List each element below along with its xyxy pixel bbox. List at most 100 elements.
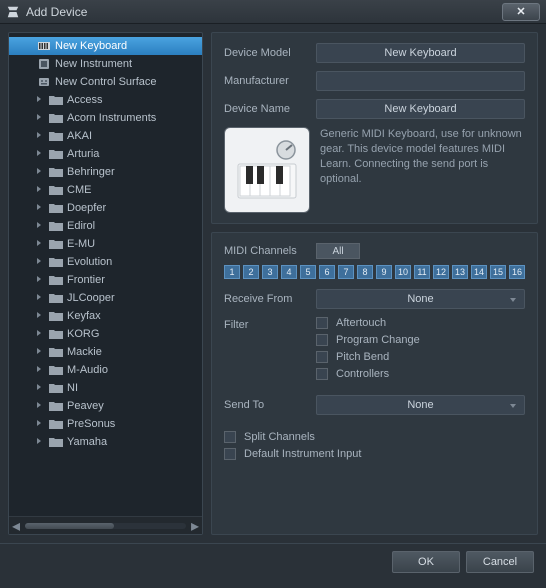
- midi-channel-9[interactable]: 9: [376, 265, 392, 279]
- send-to-combo[interactable]: None: [316, 395, 525, 415]
- checkbox-icon[interactable]: [316, 317, 328, 329]
- split-channels-check[interactable]: Split Channels: [224, 431, 525, 443]
- checkbox-icon[interactable]: [316, 334, 328, 346]
- midi-channel-12[interactable]: 12: [433, 265, 449, 279]
- sidebar-folder-korg[interactable]: KORG: [9, 325, 202, 343]
- sidebar-folder-ni[interactable]: NI: [9, 379, 202, 397]
- filter-program-change-check[interactable]: Program Change: [316, 334, 525, 346]
- midi-channel-16[interactable]: 16: [509, 265, 525, 279]
- midi-channel-11[interactable]: 11: [414, 265, 430, 279]
- folder-icon: [49, 149, 63, 159]
- sidebar-folder-label: Mackie: [67, 346, 102, 358]
- sidebar-folder-edirol[interactable]: Edirol: [9, 217, 202, 235]
- folder-icon: [49, 275, 63, 285]
- filter-pitch-bend-check[interactable]: Pitch Bend: [316, 351, 525, 363]
- checkbox-icon[interactable]: [316, 351, 328, 363]
- midi-channel-8[interactable]: 8: [357, 265, 373, 279]
- sidebar-folder-m-audio[interactable]: M-Audio: [9, 361, 202, 379]
- footer: OK Cancel: [0, 543, 546, 579]
- ok-button[interactable]: OK: [392, 551, 460, 573]
- folder-icon: [49, 167, 63, 177]
- sidebar-folder-keyfax[interactable]: Keyfax: [9, 307, 202, 325]
- checkbox-icon[interactable]: [224, 431, 236, 443]
- sidebar-folder-label: AKAI: [67, 130, 92, 142]
- checkbox-icon[interactable]: [224, 448, 236, 460]
- sidebar-folder-akai[interactable]: AKAI: [9, 127, 202, 145]
- folder-icon: [49, 131, 63, 141]
- midi-channel-14[interactable]: 14: [471, 265, 487, 279]
- device-model-label: Device Model: [224, 47, 316, 59]
- midi-channel-1[interactable]: 1: [224, 265, 240, 279]
- sidebar-folder-presonus[interactable]: PreSonus: [9, 415, 202, 433]
- horizontal-scrollbar[interactable]: ◂ ▸: [9, 516, 202, 534]
- close-button[interactable]: ✕: [502, 3, 540, 21]
- default-instrument-check[interactable]: Default Instrument Input: [224, 448, 525, 460]
- sidebar-folder-label: Yamaha: [67, 436, 107, 448]
- device-section: Device Model New Keyboard Manufacturer D…: [211, 32, 538, 224]
- midi-channel-3[interactable]: 3: [262, 265, 278, 279]
- sidebar-folder-yamaha[interactable]: Yamaha: [9, 433, 202, 451]
- sidebar-folder-peavey[interactable]: Peavey: [9, 397, 202, 415]
- scroll-track[interactable]: [25, 523, 186, 529]
- folder-icon: [49, 401, 63, 411]
- sidebar-item-new-control-surface[interactable]: New Control Surface: [9, 73, 202, 91]
- sidebar-folder-label: KORG: [67, 328, 99, 340]
- midi-all-button[interactable]: All: [316, 243, 360, 259]
- midi-channel-10[interactable]: 10: [395, 265, 411, 279]
- sidebar-folder-label: JLCooper: [67, 292, 115, 304]
- default-instrument-label: Default Instrument Input: [244, 448, 361, 460]
- sidebar-item-new-instrument[interactable]: New Instrument: [9, 55, 202, 73]
- filter-options: Aftertouch Program Change Pitch Bend Contro…: [316, 317, 525, 385]
- sidebar-folder-arturia[interactable]: Arturia: [9, 145, 202, 163]
- sidebar-folder-evolution[interactable]: Evolution: [9, 253, 202, 271]
- send-to-label: Send To: [224, 399, 316, 411]
- sidebar-item-label: New Keyboard: [55, 40, 127, 52]
- midi-channel-6[interactable]: 6: [319, 265, 335, 279]
- midi-channel-5[interactable]: 5: [300, 265, 316, 279]
- receive-from-label: Receive From: [224, 293, 316, 305]
- midi-channel-13[interactable]: 13: [452, 265, 468, 279]
- sidebar-folder-doepfer[interactable]: Doepfer: [9, 199, 202, 217]
- sidebar-folder-cme[interactable]: CME: [9, 181, 202, 199]
- scroll-left-icon[interactable]: ◂: [9, 519, 23, 533]
- scroll-thumb[interactable]: [25, 523, 114, 529]
- device-name-field[interactable]: New Keyboard: [316, 99, 525, 119]
- sidebar-folder-label: Behringer: [67, 166, 115, 178]
- scroll-right-icon[interactable]: ▸: [188, 519, 202, 533]
- midi-channel-4[interactable]: 4: [281, 265, 297, 279]
- filter-controllers-check[interactable]: Controllers: [316, 368, 525, 380]
- manufacturer-field[interactable]: [316, 71, 525, 91]
- sidebar-folder-behringer[interactable]: Behringer: [9, 163, 202, 181]
- sidebar-folder-label: Access: [67, 94, 102, 106]
- midi-channel-2[interactable]: 2: [243, 265, 259, 279]
- sidebar-folder-jlcooper[interactable]: JLCooper: [9, 289, 202, 307]
- sidebar-folder-acorn-instruments[interactable]: Acorn Instruments: [9, 109, 202, 127]
- checkbox-icon[interactable]: [316, 368, 328, 380]
- filter-option-label: Pitch Bend: [336, 351, 389, 363]
- folder-icon: [49, 329, 63, 339]
- midi-channel-15[interactable]: 15: [490, 265, 506, 279]
- device-model-field[interactable]: New Keyboard: [316, 43, 525, 63]
- sidebar-folder-label: Edirol: [67, 220, 95, 232]
- filter-option-label: Program Change: [336, 334, 420, 346]
- details-panel: Device Model New Keyboard Manufacturer D…: [211, 32, 538, 535]
- midi-channels-label: MIDI Channels: [224, 245, 316, 257]
- folder-icon: [49, 347, 63, 357]
- cancel-button[interactable]: Cancel: [466, 551, 534, 573]
- sidebar-folder-mackie[interactable]: Mackie: [9, 343, 202, 361]
- sidebar-folder-frontier[interactable]: Frontier: [9, 271, 202, 289]
- keyboard-icon: [232, 138, 302, 202]
- sidebar-folder-access[interactable]: Access: [9, 91, 202, 109]
- midi-section: MIDI Channels All 1234567891011121314151…: [211, 232, 538, 535]
- folder-icon: [49, 221, 63, 231]
- folder-icon: [49, 113, 63, 123]
- midi-channel-row: 12345678910111213141516: [224, 265, 525, 279]
- receive-from-combo[interactable]: None: [316, 289, 525, 309]
- sidebar-item-new-keyboard[interactable]: New Keyboard: [9, 37, 202, 55]
- midi-channel-7[interactable]: 7: [338, 265, 354, 279]
- folder-icon: [49, 383, 63, 393]
- sidebar-folder-label: Arturia: [67, 148, 99, 160]
- sidebar-folder-e-mu[interactable]: E-MU: [9, 235, 202, 253]
- filter-aftertouch-check[interactable]: Aftertouch: [316, 317, 525, 329]
- split-channels-label: Split Channels: [244, 431, 315, 443]
